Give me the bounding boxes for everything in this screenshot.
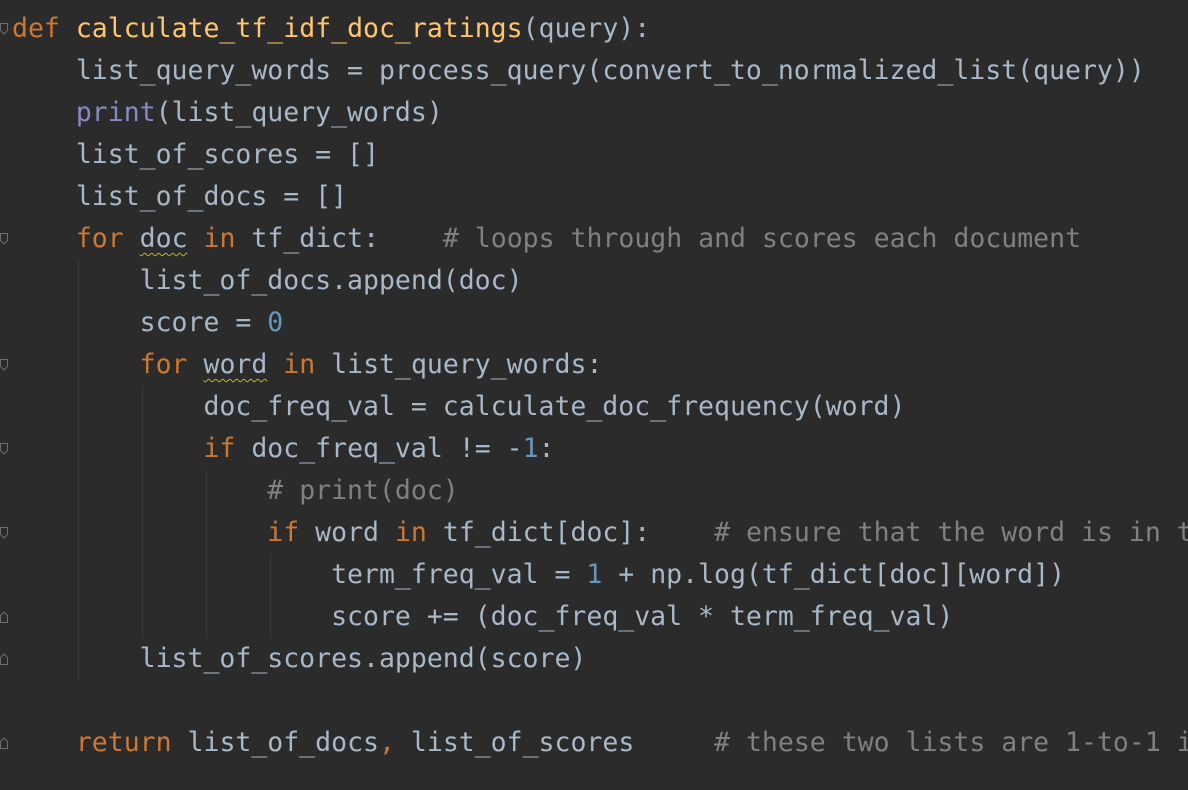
comment: # ensure that the word is in t bbox=[714, 517, 1188, 548]
statement: term_freq_val = bbox=[331, 559, 587, 590]
number-literal: 1 bbox=[586, 559, 603, 590]
return-value: list_of_scores bbox=[394, 727, 635, 758]
statement: list_of_docs.append(doc) bbox=[139, 265, 523, 296]
code-line-11[interactable]: if doc_freq_val != -1: bbox=[12, 428, 1188, 470]
statement: list_of_scores.append(score) bbox=[139, 643, 587, 674]
code-line-13[interactable]: if word in tf_dict[doc]: # ensure that t… bbox=[12, 512, 1188, 554]
code-line-9[interactable]: for word in list_query_words: bbox=[12, 344, 1188, 386]
number-literal: 0 bbox=[267, 307, 284, 338]
condition: doc_freq_val != - bbox=[251, 433, 523, 464]
fold-open-icon[interactable] bbox=[0, 23, 8, 35]
fold-open-icon[interactable] bbox=[0, 443, 8, 455]
comment: # these two lists are 1-to-1 i bbox=[714, 727, 1188, 758]
fold-close-icon[interactable] bbox=[0, 737, 8, 749]
keyword-if: if bbox=[203, 433, 236, 464]
code-line-5[interactable]: list_of_docs = [] bbox=[12, 176, 1188, 218]
code-line-8[interactable]: score = 0 bbox=[12, 302, 1188, 344]
code-line-10[interactable]: doc_freq_val = calculate_doc_frequency(w… bbox=[12, 386, 1188, 428]
code-line-7[interactable]: list_of_docs.append(doc) bbox=[12, 260, 1188, 302]
loop-variable: doc bbox=[139, 223, 188, 254]
statement: list_query_words = process_query(convert… bbox=[75, 55, 1145, 86]
keyword-in: in bbox=[283, 349, 316, 380]
code-line-6[interactable]: for doc in tf_dict: # loops through and … bbox=[12, 218, 1188, 260]
code-line-15[interactable]: score += (doc_freq_val * term_freq_val) bbox=[12, 596, 1188, 638]
keyword-in: in bbox=[203, 223, 236, 254]
call-args: (list_query_words) bbox=[155, 97, 443, 128]
colon: : bbox=[538, 433, 555, 464]
code-line-2[interactable]: list_query_words = process_query(convert… bbox=[12, 50, 1188, 92]
fold-open-icon[interactable] bbox=[0, 527, 8, 539]
statement: list_of_scores = [] bbox=[75, 139, 379, 170]
number-literal: 1 bbox=[522, 433, 539, 464]
code-line-1[interactable]: def calculate_tf_idf_doc_ratings(query): bbox=[12, 8, 1188, 50]
subscript: tf_dict[doc]: bbox=[442, 517, 651, 548]
loop-variable: word bbox=[203, 349, 268, 380]
loop-iterable: tf_dict: bbox=[251, 223, 380, 254]
keyword-for: for bbox=[139, 349, 188, 380]
comment: # loops through and scores each document bbox=[442, 223, 1082, 254]
code-line-3[interactable]: print(list_query_words) bbox=[12, 92, 1188, 134]
code-line-18[interactable]: return list_of_docs, list_of_scores # th… bbox=[12, 722, 1188, 764]
code-line-4[interactable]: list_of_scores = [] bbox=[12, 134, 1188, 176]
fold-open-icon[interactable] bbox=[0, 233, 8, 245]
statement: doc_freq_val = calculate_doc_frequency(w… bbox=[203, 391, 906, 422]
keyword-for: for bbox=[75, 223, 124, 254]
return-value: list_of_docs bbox=[187, 727, 379, 758]
function-params: (query): bbox=[522, 13, 651, 44]
code-editor[interactable]: def calculate_tf_idf_doc_ratings(query):… bbox=[0, 0, 1188, 790]
identifier: word bbox=[315, 517, 379, 548]
keyword-in: in bbox=[394, 517, 427, 548]
loop-iterable: list_query_words: bbox=[331, 349, 603, 380]
keyword-def: def bbox=[12, 13, 60, 44]
fold-close-icon[interactable] bbox=[0, 611, 8, 623]
statement: score = bbox=[139, 307, 268, 338]
statement: list_of_docs = [] bbox=[75, 181, 348, 212]
builtin-print: print bbox=[75, 97, 156, 128]
statement: score += (doc_freq_val * term_freq_val) bbox=[331, 601, 954, 632]
code-line-17[interactable] bbox=[12, 680, 1188, 722]
code-line-12[interactable]: # print(doc) bbox=[12, 470, 1188, 512]
keyword-return: return bbox=[75, 727, 172, 758]
function-name: calculate_tf_idf_doc_ratings bbox=[75, 13, 523, 44]
comment: # print(doc) bbox=[267, 475, 459, 506]
comma: , bbox=[378, 727, 395, 758]
fold-close-icon[interactable] bbox=[0, 653, 8, 665]
keyword-if: if bbox=[267, 517, 300, 548]
code-line-16[interactable]: list_of_scores.append(score) bbox=[12, 638, 1188, 680]
expression: + np.log(tf_dict[doc][word]) bbox=[602, 559, 1066, 590]
code-line-14[interactable]: term_freq_val = 1 + np.log(tf_dict[doc][… bbox=[12, 554, 1188, 596]
fold-open-icon[interactable] bbox=[0, 359, 8, 371]
